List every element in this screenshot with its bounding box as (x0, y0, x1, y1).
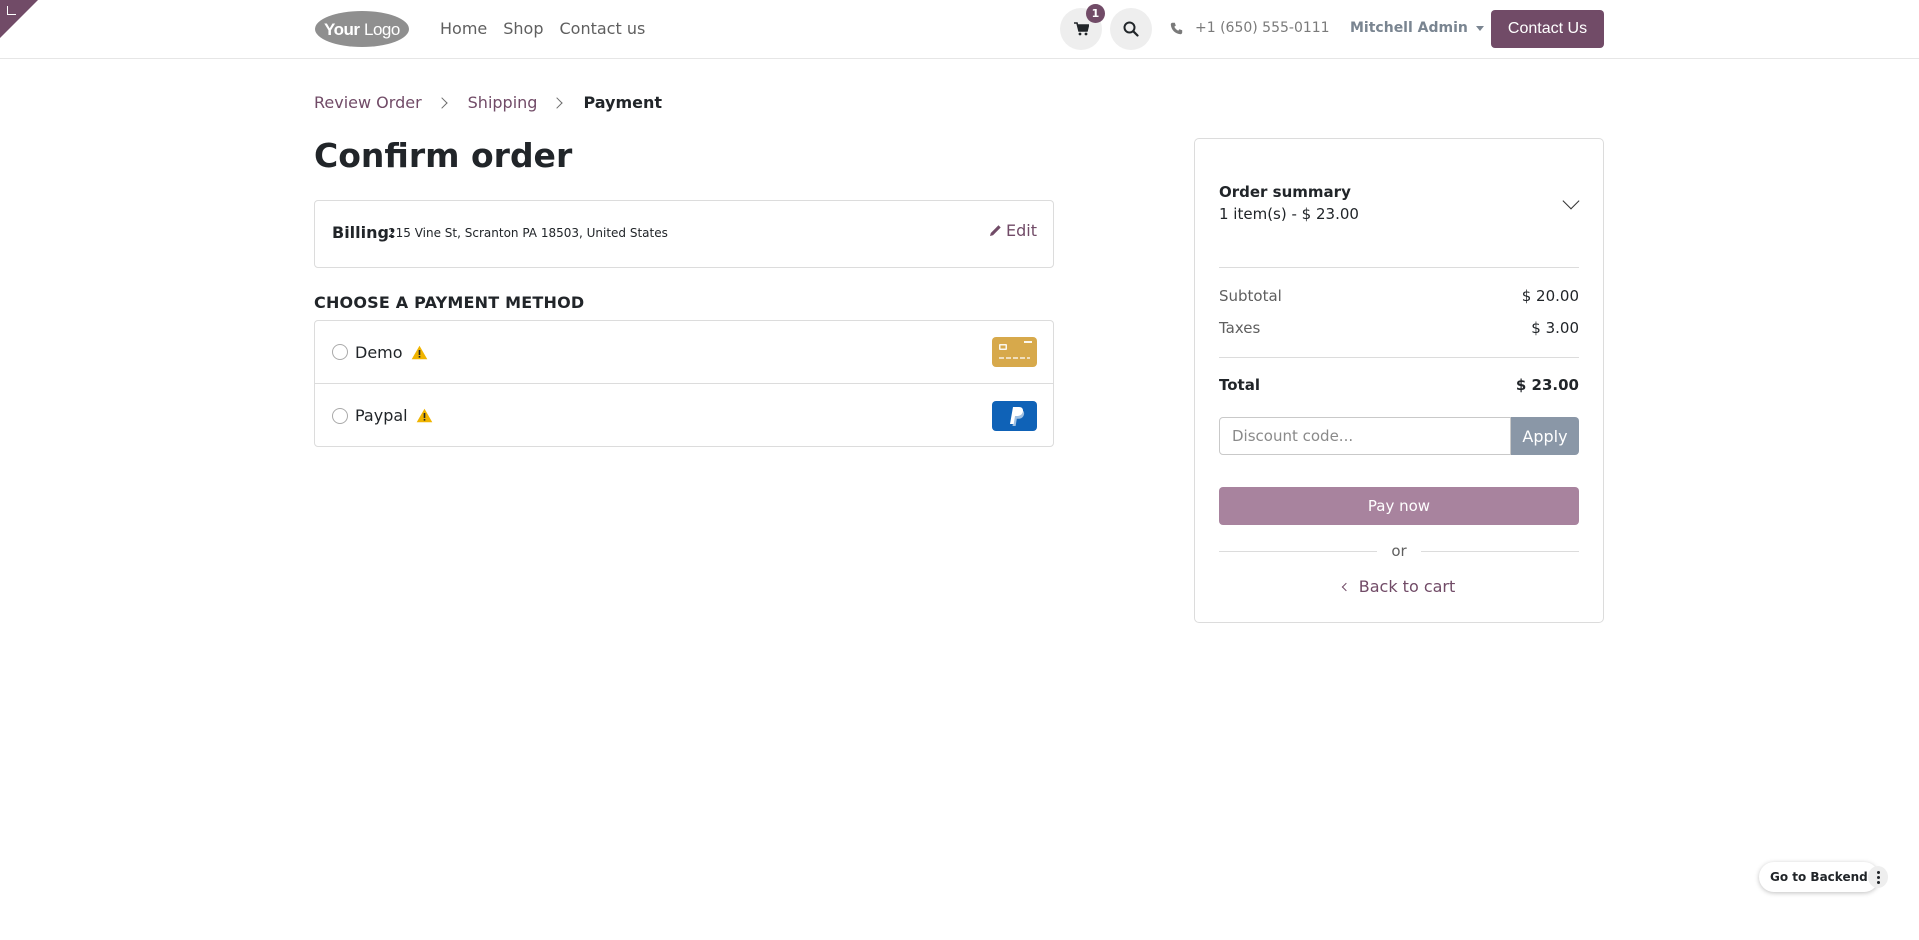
chevron-down-icon[interactable] (1562, 192, 1580, 210)
search-button[interactable] (1110, 8, 1152, 50)
payment-name-wrap: Demo (355, 343, 428, 362)
go-to-backend-widget: Go to Backend (1759, 862, 1879, 892)
page-title: Confirm order (314, 136, 573, 175)
nav-contact-us[interactable]: Contact us (560, 19, 646, 38)
cart-icon (1073, 22, 1089, 36)
or-separator: or (1219, 542, 1580, 560)
order-items-count: 1 item(s) - $ 23.00 (1219, 205, 1359, 223)
pencil-icon (990, 225, 1001, 236)
separator-line (1420, 550, 1580, 552)
chevron-right-icon (435, 96, 448, 109)
total-row: Total $ 23.00 (1219, 376, 1579, 394)
svg-text:Logo: Logo (364, 20, 400, 39)
billing-card: Billing: 215 Vine St, Scranton PA 18503,… (314, 200, 1054, 268)
search-icon (1123, 21, 1139, 37)
payment-option-demo[interactable]: Demo (315, 321, 1053, 384)
breadcrumb-payment: Payment (583, 93, 663, 112)
user-menu[interactable]: Mitchell Admin (1350, 20, 1484, 36)
order-summary-title: Order summary (1219, 183, 1351, 201)
edit-billing-link[interactable]: Edit (989, 221, 1037, 240)
subtotal-label: Subtotal (1219, 287, 1282, 305)
back-to-cart-label: Back to cart (1358, 577, 1456, 596)
warning-icon (411, 345, 427, 359)
more-options-icon[interactable] (1868, 866, 1888, 888)
phone-number: +1 (650) 555-0111 (1195, 20, 1330, 36)
taxes-label: Taxes (1219, 319, 1261, 337)
phone-icon (1170, 22, 1183, 34)
corner-icon (7, 6, 16, 15)
billing-address: 215 Vine St, Scranton PA 18503, United S… (388, 226, 668, 240)
separator-line (1219, 550, 1378, 552)
total-label: Total (1219, 376, 1260, 394)
breadcrumb-shipping[interactable]: Shipping (468, 93, 538, 112)
phone-link[interactable]: +1 (650) 555-0111 (1170, 20, 1330, 36)
nav-home[interactable]: Home (440, 19, 487, 38)
logo-icon: Your Logo (315, 11, 409, 47)
nav-shop[interactable]: Shop (503, 19, 543, 38)
breadcrumb-review-order[interactable]: Review Order (314, 93, 422, 112)
edit-corner-ribbon[interactable] (0, 0, 38, 38)
payment-name-paypal: Paypal (355, 406, 408, 425)
subtotal-row: Subtotal $ 20.00 (1219, 287, 1579, 305)
pay-now-button[interactable]: Pay now (1219, 487, 1579, 525)
or-label: or (1391, 542, 1407, 560)
discount-code-input[interactable] (1219, 417, 1511, 455)
subtotal-value: $ 20.00 (1521, 287, 1579, 305)
cart-count-badge: 1 (1086, 4, 1105, 23)
chevron-right-icon (551, 96, 564, 109)
warning-icon (416, 408, 432, 423)
payment-method-heading: CHOOSE A PAYMENT METHOD (314, 293, 585, 312)
payment-radio-paypal[interactable] (332, 407, 348, 424)
taxes-value: $ 3.00 (1531, 319, 1579, 337)
discount-form: Apply (1219, 417, 1579, 455)
payment-option-paypal[interactable]: Paypal (315, 384, 1053, 447)
payment-name-wrap: Paypal (355, 406, 433, 425)
billing-label: Billing: (332, 223, 396, 242)
edit-label: Edit (1006, 221, 1037, 240)
taxes-row: Taxes $ 3.00 (1219, 319, 1579, 337)
credit-card-icon (992, 337, 1037, 367)
main-nav: Home Shop Contact us (440, 19, 661, 38)
paypal-icon (992, 400, 1037, 431)
contact-us-button[interactable]: Contact Us (1491, 10, 1604, 48)
summary-divider (1219, 267, 1579, 268)
total-value: $ 23.00 (1515, 376, 1579, 394)
apply-discount-button[interactable]: Apply (1511, 417, 1579, 455)
caret-down-icon (1475, 25, 1484, 31)
chevron-left-icon (1341, 582, 1350, 591)
svg-text:Your: Your (324, 20, 360, 39)
payment-radio-demo[interactable] (332, 344, 348, 360)
site-logo[interactable]: Your Logo (314, 10, 410, 48)
user-name: Mitchell Admin (1350, 20, 1468, 36)
payment-methods-list: Demo Paypal (314, 320, 1054, 447)
summary-divider (1219, 357, 1579, 358)
site-header: Your Logo Home Shop Contact us 1 +1 (650… (0, 0, 1919, 59)
back-to-cart-link[interactable]: Back to cart (1195, 577, 1603, 596)
go-to-backend-button[interactable]: Go to Backend (1759, 870, 1868, 884)
checkout-breadcrumb: Review Order Shipping Payment (314, 93, 662, 112)
order-summary-card: Order summary 1 item(s) - $ 23.00 Subtot… (1194, 138, 1604, 623)
payment-name-demo: Demo (355, 342, 403, 362)
